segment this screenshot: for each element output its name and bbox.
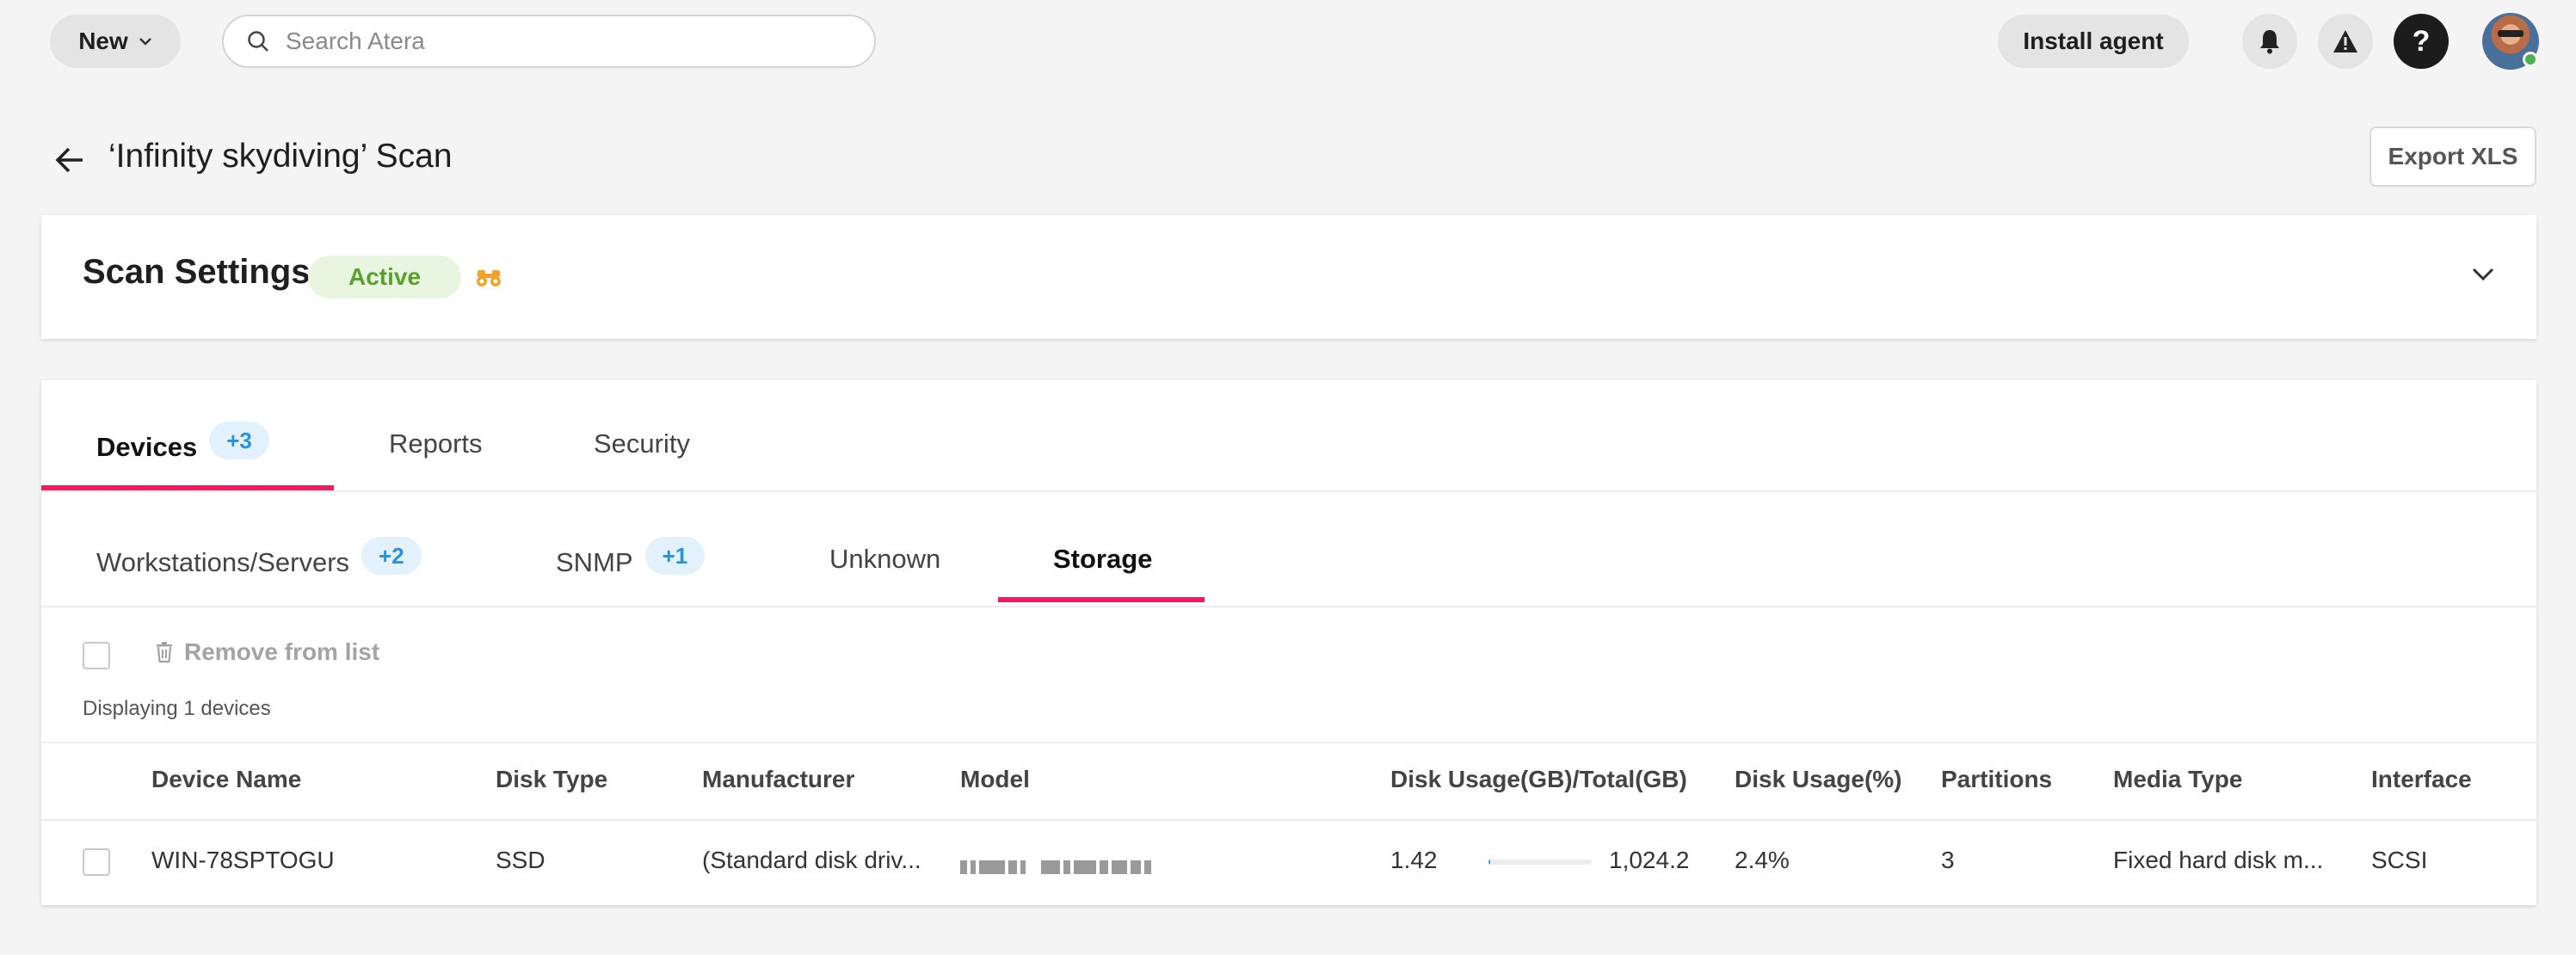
online-status-dot — [2523, 52, 2538, 67]
tabs-divider — [41, 490, 2536, 492]
column-device-name[interactable]: Device Name — [151, 766, 301, 793]
alerts-button[interactable] — [2318, 14, 2373, 69]
cell-partitions: 3 — [1941, 847, 1955, 873]
column-interface[interactable]: Interface — [2371, 766, 2472, 793]
subtab-workstations-label: Workstations/Servers — [96, 547, 350, 577]
cell-disk-usage-gb: 1.42 — [1390, 847, 1438, 873]
install-agent-button[interactable]: Install agent — [1998, 15, 2189, 68]
tab-reports-label: Reports — [389, 428, 483, 459]
displaying-count: Displaying 1 devices — [83, 697, 271, 720]
cell-interface: SCSI — [2371, 847, 2428, 873]
disk-usage-bar-fill — [1488, 860, 1491, 865]
column-disk-usage-total[interactable]: Disk Usage(GB)/Total(GB) — [1390, 766, 1687, 793]
cell-disk-total-gb: 1,024.2 — [1609, 847, 1690, 873]
notifications-button[interactable] — [2242, 14, 2297, 69]
tab-security-label: Security — [594, 428, 690, 459]
page-title: ‘Infinity skydiving’ Scan — [108, 138, 453, 175]
expand-chevron-icon[interactable] — [2471, 267, 2495, 282]
back-arrow-icon[interactable] — [52, 145, 86, 176]
subtab-storage[interactable]: Storage — [1053, 544, 1152, 575]
cell-device-name[interactable]: WIN-78SPTOGU — [151, 847, 335, 874]
tab-reports[interactable]: Reports — [389, 428, 483, 459]
column-disk-type[interactable]: Disk Type — [496, 766, 607, 793]
devices-count-badge: +3 — [209, 422, 269, 459]
column-model[interactable]: Model — [960, 766, 1030, 793]
search-box[interactable] — [222, 15, 876, 68]
subtabs-divider — [41, 606, 2536, 607]
subtab-unknown-label: Unknown — [829, 544, 941, 574]
binoculars-icon — [477, 270, 501, 286]
subtab-snmp-label: SNMP — [556, 547, 633, 577]
remove-from-list-label: Remove from list — [184, 638, 380, 665]
tab-security[interactable]: Security — [594, 428, 690, 459]
column-partitions[interactable]: Partitions — [1941, 766, 2052, 793]
help-icon: ? — [2412, 24, 2431, 58]
subtab-unknown[interactable]: Unknown — [829, 544, 940, 575]
devices-card: Devices +3 Reports Security Workstations… — [41, 380, 2536, 905]
storage-tab-underline — [998, 597, 1205, 602]
warning-icon — [2333, 30, 2357, 52]
snmp-count-badge: +1 — [644, 537, 706, 575]
chevron-down-icon — [139, 38, 151, 46]
remove-from-list-button[interactable]: Remove from list — [155, 638, 379, 666]
cell-media-type: Fixed hard disk m... — [2113, 847, 2324, 873]
tab-devices-label: Devices — [96, 432, 198, 462]
search-icon — [248, 31, 268, 52]
help-button[interactable]: ? — [2394, 14, 2449, 69]
column-media-type[interactable]: Media Type — [2113, 766, 2242, 793]
workstations-count-badge: +2 — [361, 537, 422, 575]
table-header-divider — [41, 819, 2536, 821]
search-input[interactable] — [286, 28, 836, 55]
new-button[interactable]: New — [50, 15, 181, 68]
export-xls-button[interactable]: Export XLS — [2370, 126, 2536, 187]
subtab-storage-label: Storage — [1053, 544, 1153, 574]
select-all-checkbox[interactable] — [83, 642, 110, 669]
cell-disk-usage-percent: 2.4% — [1735, 847, 1790, 873]
column-disk-usage-percent[interactable]: Disk Usage(%) — [1735, 766, 1902, 793]
cell-model-redacted — [960, 852, 1155, 879]
status-badge: Active — [308, 256, 461, 299]
table-top-divider — [41, 742, 2536, 743]
tab-devices[interactable]: Devices +3 — [96, 422, 269, 466]
row-checkbox[interactable] — [83, 848, 110, 876]
cell-disk-type: SSD — [496, 847, 545, 873]
subtab-snmp[interactable]: SNMP +1 — [556, 537, 706, 582]
subtab-workstations-servers[interactable]: Workstations/Servers +2 — [96, 537, 422, 582]
new-button-label: New — [78, 28, 128, 54]
top-bar: New Install agent ? — [0, 0, 2576, 83]
trash-icon — [157, 642, 172, 663]
scan-settings-title: Scan Settings — [83, 253, 311, 291]
scan-settings-card[interactable]: Scan Settings Active — [41, 215, 2536, 339]
column-manufacturer[interactable]: Manufacturer — [702, 766, 854, 793]
bell-icon — [2260, 30, 2279, 54]
cell-manufacturer: (Standard disk driv... — [702, 847, 921, 873]
disk-usage-bar — [1488, 860, 1592, 865]
